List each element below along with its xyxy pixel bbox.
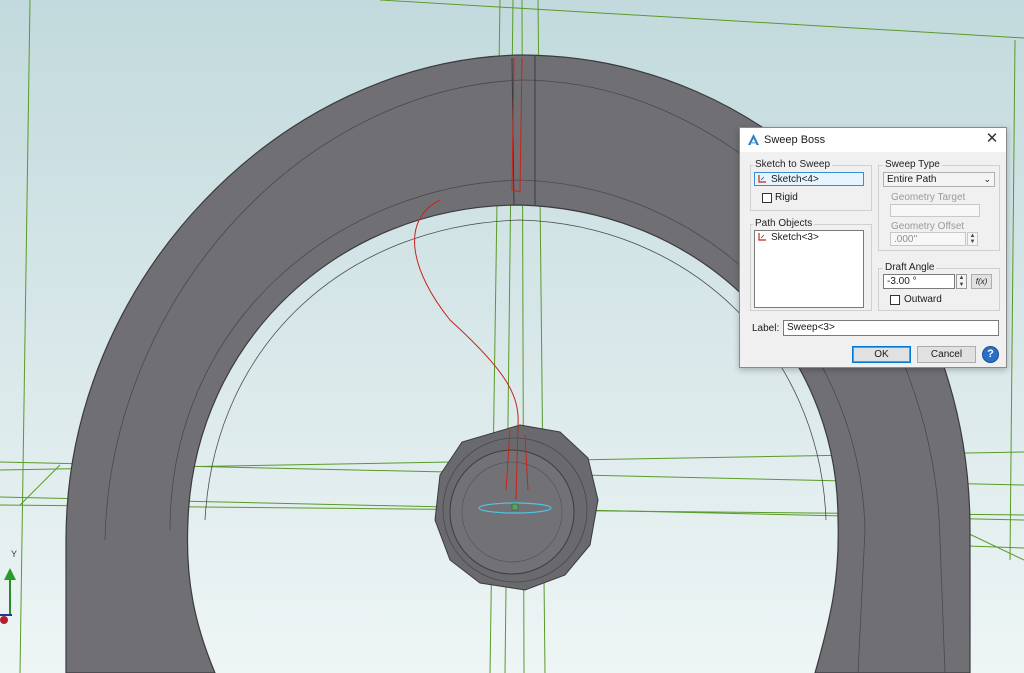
geometry-offset-field[interactable]: .000'' bbox=[890, 232, 966, 246]
path-objects-list[interactable]: Sketch<3> bbox=[754, 230, 864, 308]
sweep-type-select[interactable]: Entire Path ⌄ bbox=[883, 172, 995, 187]
dialog-title: Sweep Boss bbox=[764, 134, 826, 146]
sketch-icon bbox=[758, 174, 767, 183]
geometry-offset-spinner[interactable]: ▲ ▼ bbox=[967, 232, 978, 246]
hub-body[interactable] bbox=[434, 424, 599, 591]
rigid-label: Rigid bbox=[775, 192, 798, 203]
path-object-label: Sketch<3> bbox=[771, 232, 819, 243]
sketch-to-sweep-label: Sketch to Sweep bbox=[753, 159, 833, 170]
draft-angle-field[interactable]: -3.00 ° bbox=[883, 274, 955, 289]
close-icon[interactable]: ✕ bbox=[984, 131, 1000, 147]
outward-label: Outward bbox=[904, 294, 942, 305]
rigid-checkbox[interactable] bbox=[762, 193, 772, 203]
sweep-type-label: Sweep Type bbox=[883, 159, 942, 170]
label-field[interactable]: Sweep<3> bbox=[783, 320, 999, 336]
geometry-offset-label: Geometry Offset bbox=[891, 221, 965, 232]
axis-triad bbox=[0, 568, 16, 624]
app-logo-icon bbox=[748, 134, 759, 145]
outward-checkbox[interactable] bbox=[890, 295, 900, 305]
label-caption: Label: bbox=[752, 323, 780, 334]
ok-button[interactable]: OK bbox=[852, 346, 911, 363]
sketch-to-sweep-field[interactable]: Sketch<4> bbox=[754, 172, 864, 186]
path-objects-label: Path Objects bbox=[753, 218, 815, 229]
dialog-titlebar[interactable]: Sweep Boss ✕ bbox=[740, 128, 1006, 152]
fx-button[interactable]: f(x) bbox=[971, 274, 992, 289]
sweep-type-value: Entire Path bbox=[887, 174, 937, 185]
path-object-item[interactable]: Sketch<3> bbox=[758, 232, 860, 244]
draft-angle-spinner[interactable]: ▲ ▼ bbox=[956, 274, 967, 289]
geometry-target-field[interactable] bbox=[890, 204, 980, 217]
sweep-boss-dialog: Sweep Boss ✕ Sketch to Sweep Sketch<4> R… bbox=[739, 127, 1007, 368]
cancel-button[interactable]: Cancel bbox=[917, 346, 976, 363]
y-axis-label: Y bbox=[11, 549, 18, 559]
draft-angle-label: Draft Angle bbox=[883, 262, 937, 273]
help-icon[interactable]: ? bbox=[982, 346, 999, 363]
chevron-down-icon: ⌄ bbox=[983, 174, 991, 184]
sketch-icon bbox=[758, 232, 767, 241]
sketch-to-sweep-value: Sketch<4> bbox=[771, 174, 819, 185]
geometry-target-label: Geometry Target bbox=[891, 192, 966, 203]
